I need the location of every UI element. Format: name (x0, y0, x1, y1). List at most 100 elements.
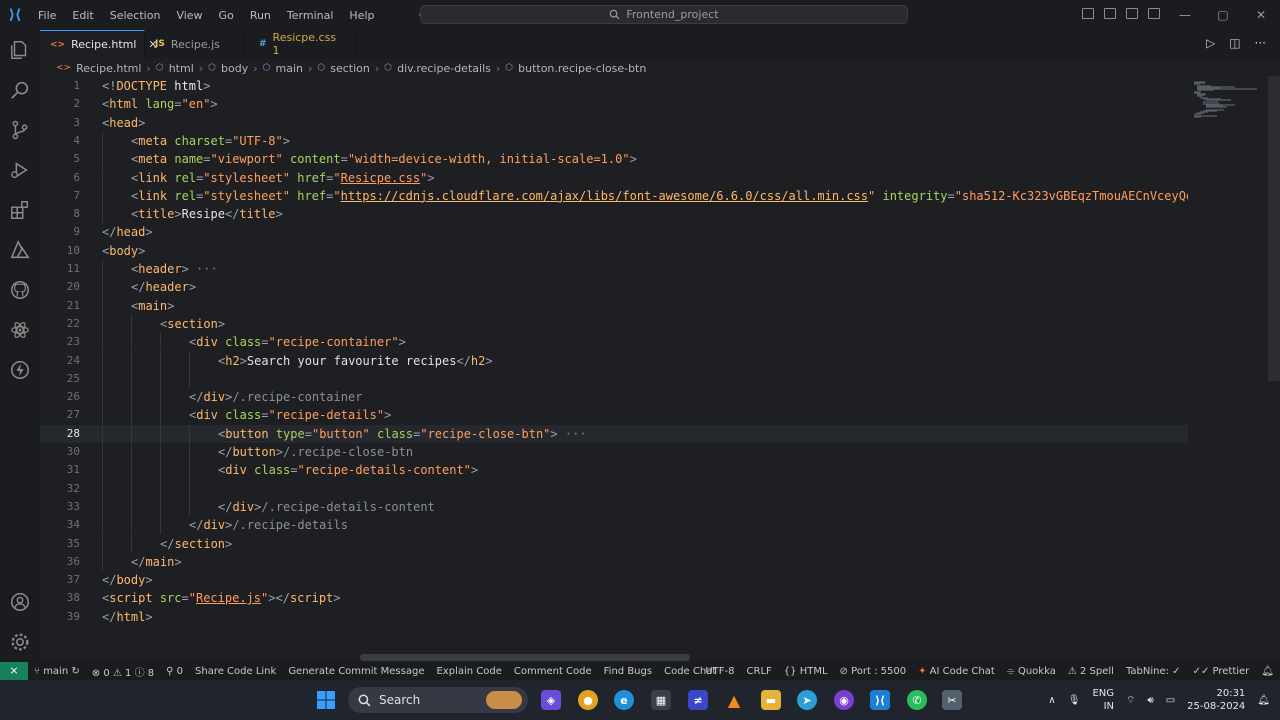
source-control-icon[interactable] (8, 118, 32, 142)
code-line[interactable]: 32 (40, 479, 1188, 498)
menu-help[interactable]: Help (341, 9, 382, 22)
code-line[interactable]: 22 <section> (40, 314, 1188, 334)
wifi-icon[interactable]: ⌔ (1126, 694, 1135, 707)
live-server-port[interactable]: ⊘ Port : 5500 (834, 666, 913, 677)
code-line[interactable]: 30 </button>/.recipe-close-btn (40, 443, 1188, 462)
menu-edit[interactable]: Edit (64, 9, 101, 22)
code-line[interactable]: 27 <div class="recipe-details"> (40, 406, 1188, 425)
breadcrumb-item[interactable]: section (330, 62, 370, 75)
share-code-link[interactable]: Share Code Link (189, 666, 282, 677)
whatsapp-icon[interactable]: ✆ (907, 690, 927, 710)
command-center-search[interactable]: Frontend_project (420, 5, 908, 24)
toggle-panel-icon[interactable] (1104, 8, 1116, 19)
breadcrumb-item[interactable]: Recipe.html (76, 62, 141, 75)
search-icon[interactable] (8, 78, 32, 102)
breadcrumb-item[interactable]: button.recipe-close-btn (518, 62, 646, 75)
battery-icon[interactable]: ▭ (1166, 695, 1175, 706)
quokka[interactable]: ⌯ Quokka (1001, 666, 1062, 677)
extensions-icon[interactable] (8, 198, 32, 222)
code-line[interactable]: 10 <body> (40, 242, 1188, 260)
code-line[interactable]: 21 <main> (40, 296, 1188, 315)
menu-go[interactable]: Go (211, 9, 242, 22)
menu-file[interactable]: File (30, 9, 64, 22)
explorer-icon[interactable] (8, 38, 32, 62)
vlc-icon[interactable]: ▲ (724, 690, 744, 710)
vertical-scrollbar[interactable] (1268, 76, 1280, 381)
store-icon[interactable]: ▦ (651, 690, 671, 710)
copilot-icon[interactable]: ◈ (541, 690, 561, 710)
code-line[interactable]: 20 </header> (40, 278, 1188, 297)
more-actions-icon[interactable]: ··· (1255, 36, 1266, 50)
run-file-icon[interactable]: ▷ (1206, 36, 1215, 50)
github-icon[interactable] (8, 278, 32, 302)
tab-resicpe-css[interactable]: # Resicpe.css 1 (245, 30, 357, 58)
taskbar-search[interactable]: Search (348, 687, 528, 713)
ports-indicator[interactable]: ⚲ 0 (160, 666, 189, 677)
code-line[interactable]: 24 <h2>Search your favourite recipes</h2> (40, 351, 1188, 370)
code-line[interactable]: 6 <link rel="stylesheet" href="Resicpe.cs… (40, 168, 1188, 187)
tab-recipe-js[interactable]: JS Recipe.js (145, 30, 245, 58)
language-indicator[interactable]: ENG IN (1092, 687, 1114, 713)
code-line[interactable]: 11 <header> ··· (40, 260, 1188, 279)
code-line[interactable]: 37 </body> (40, 571, 1188, 589)
code-line[interactable]: 33 </div>/.recipe-details-content (40, 497, 1188, 517)
settings-gear-icon[interactable] (8, 630, 32, 654)
menu-selection[interactable]: Selection (102, 9, 169, 22)
tray-overflow-icon[interactable]: ∧ (1048, 695, 1055, 706)
breadcrumb-item[interactable]: main (276, 62, 303, 75)
code-line[interactable]: 36 </main> (40, 552, 1188, 572)
customize-layout-icon[interactable] (1148, 8, 1160, 19)
menu-terminal[interactable]: Terminal (279, 9, 342, 22)
breadcrumb-item[interactable]: div.recipe-details (397, 62, 491, 75)
code-line[interactable]: 2 <html lang="en"> (40, 95, 1188, 113)
account-icon[interactable] (8, 590, 32, 614)
remote-indicator-icon[interactable]: ⨯ (0, 662, 28, 680)
encoding[interactable]: UTF-8 (699, 666, 740, 677)
horizontal-scrollbar[interactable] (360, 654, 690, 661)
notifications-bell-icon[interactable]: 🔔︎ (1255, 666, 1280, 677)
git-branch[interactable]: ⑂ main ↻ (28, 666, 86, 677)
maximize-icon[interactable]: ▢ (1204, 8, 1242, 22)
ai-code-chat[interactable]: ✦ AI Code Chat (912, 666, 1001, 677)
code-line[interactable]: 23 <div class="recipe-container"> (40, 333, 1188, 352)
chrome-icon[interactable]: ● (578, 690, 598, 710)
menu-view[interactable]: View (168, 9, 210, 22)
spell-check[interactable]: ⚠ 2 Spell (1062, 666, 1120, 677)
live-server-icon[interactable] (8, 358, 32, 382)
breadcrumb-item[interactable]: body (221, 62, 248, 75)
tabnine[interactable]: TabNine: ✓ (1120, 666, 1187, 677)
code-editor[interactable]: 1 <!DOCTYPE html> 2 <html lang="en"> 3 <head>… (40, 76, 1190, 656)
code-line[interactable]: 35 </section> (40, 534, 1188, 553)
toggle-sidebar-icon[interactable] (1082, 8, 1094, 19)
notification-center-icon[interactable]: 🔔︎ (1257, 695, 1270, 706)
close-window-icon[interactable]: ✕ (1242, 8, 1280, 22)
code-line[interactable]: 7 <link rel="stylesheet" href="https://cd… (40, 186, 1188, 206)
code-line[interactable]: 25 (40, 369, 1188, 389)
code-line[interactable]: 34 </div>/.recipe-details (40, 516, 1188, 535)
generate-commit-message[interactable]: Generate Commit Message (282, 666, 430, 677)
tab-recipe-html[interactable]: <> Recipe.html ✕ (40, 30, 158, 58)
windows-start-icon[interactable] (316, 690, 336, 710)
split-editor-icon[interactable]: ◫ (1229, 36, 1240, 50)
toggle-secondary-sidebar-icon[interactable] (1126, 8, 1138, 19)
find-bugs[interactable]: Find Bugs (598, 666, 658, 677)
code-line[interactable]: 9 </head> (40, 223, 1188, 241)
code-line[interactable]: 38 <script src="Recipe.js"></script> (40, 589, 1188, 607)
explain-code[interactable]: Explain Code (430, 666, 507, 677)
clock[interactable]: 20:31 25-08-2024 (1187, 687, 1245, 713)
snipping-tool-icon[interactable]: ✂ (942, 690, 962, 710)
menu-run[interactable]: Run (242, 9, 279, 22)
volume-icon[interactable]: 🔊︎ (1147, 695, 1153, 706)
code-line[interactable]: 4 <meta charset="UTF-8"> (40, 131, 1188, 151)
language-mode[interactable]: {} HTML (778, 666, 834, 677)
file-explorer-icon[interactable]: ▬ (761, 690, 781, 710)
problems-indicator[interactable]: ⊗ 0 ⚠ 1 ⓘ 8 (86, 664, 160, 679)
breadcrumb-item[interactable]: html (169, 62, 194, 75)
github-desktop-icon[interactable]: ◉ (834, 690, 854, 710)
react-atom-icon[interactable] (8, 318, 32, 342)
code-line[interactable]: 3 <head> (40, 114, 1188, 132)
vscode-taskbar-icon[interactable]: ⟩⟨ (870, 690, 890, 710)
code-line[interactable]: 28 <button type="button" class="recipe-cl… (40, 424, 1188, 443)
minimap[interactable] (1190, 76, 1268, 656)
code-line[interactable]: 1 <!DOCTYPE html> (40, 77, 1188, 95)
